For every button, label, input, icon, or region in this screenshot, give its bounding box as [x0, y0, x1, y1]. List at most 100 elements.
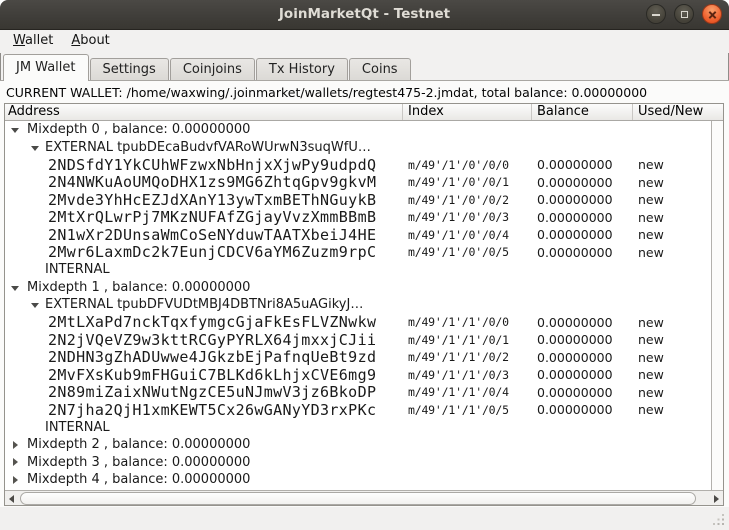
vertical-scrollbar[interactable] [711, 121, 723, 490]
tree-row[interactable]: 2N4NWKuAoUMQoDHX1zs9MG6ZhtqGpv9gkvM m/49'… [5, 174, 723, 192]
used-new-cell: new [633, 332, 723, 347]
address-cell: 2NDSfdY1YkCUhWFzwxNbHnjxXjwPy9udpdQ [5, 156, 403, 174]
tab-settings[interactable]: Settings [90, 58, 169, 81]
used-new-cell: new [633, 315, 723, 330]
column-header-used-new[interactable]: Used/New [633, 104, 723, 120]
tree-row[interactable]: INTERNAL [5, 261, 723, 279]
horizontal-scrollbar[interactable] [5, 490, 723, 505]
tree-row[interactable]: 2NDHN3gZhADUwwe4JGkzbEjPafnqUeBt9zd m/49'… [5, 349, 723, 367]
scroll-right-button[interactable] [709, 491, 723, 505]
address-label: 2N1wXr2DUnsaWmCoSeNYduwTAATXbeiJ4HE [48, 226, 376, 244]
horizontal-scroll-thumb[interactable] [20, 492, 696, 505]
used-new-cell: new [633, 245, 723, 260]
tree-row[interactable]: Mixdepth 3 , balance: 0.00000000 [5, 454, 723, 472]
address-label: Mixdepth 4 , balance: 0.00000000 [27, 472, 250, 487]
address-label: 2NDHN3gZhADUwwe4JGkzbEjPafnqUeBt9zd [48, 348, 376, 366]
collapse-arrow-icon[interactable] [31, 301, 41, 308]
tree-row[interactable]: Mixdepth 2 , balance: 0.00000000 [5, 436, 723, 454]
tree-row[interactable]: EXTERNAL tpubDFVUDtMBJ4DBTNri8A5uAGikyJ… [5, 296, 723, 314]
address-label: EXTERNAL tpubDFVUDtMBJ4DBTNri8A5uAGikyJ… [45, 297, 363, 312]
used-new-cell: new [633, 385, 723, 400]
collapse-arrow-icon[interactable] [31, 144, 41, 151]
address-label: 2MtXrQLwrPj7MKzNUFAfZGjayVvzXmmBBmB [48, 208, 376, 226]
index-cell: m/49'/1'/1'/0/4 [403, 385, 532, 399]
expand-arrow-icon[interactable] [11, 441, 21, 449]
tree-row[interactable]: Mixdepth 4 , balance: 0.00000000 [5, 471, 723, 489]
balance-cell: 0.00000000 [532, 157, 633, 172]
column-header-index[interactable]: Index [403, 104, 532, 120]
balance-cell: 0.00000000 [532, 350, 633, 365]
tree-row[interactable]: 2Mvde3YhHcEZJdXAnY13ywTxmBEThNGuykBm/49'… [5, 191, 723, 209]
index-cell: m/49'/1'/0'/0/4 [403, 228, 532, 242]
address-cell: 2Mvde3YhHcEZJdXAnY13ywTxmBEThNGuykB [5, 191, 403, 209]
tree-row[interactable]: 2N2jVQeVZ9w3kttRCGyPYRLX64jmxxjCJiim/49'… [5, 331, 723, 349]
collapse-arrow-icon[interactable] [11, 284, 21, 291]
status-bar [0, 507, 729, 530]
balance-cell: 0.00000000 [532, 402, 633, 417]
menu-item-wallet[interactable]: Wallet [4, 30, 62, 53]
index-cell: m/49'/1'/1'/0/1 [403, 333, 532, 347]
menu-item-about[interactable]: About [62, 30, 118, 53]
used-new-cell: new [633, 402, 723, 417]
column-header-address[interactable]: Address [5, 104, 403, 120]
expand-arrow-icon[interactable] [11, 458, 21, 466]
balance-cell: 0.00000000 [532, 175, 633, 190]
used-new-cell: new [633, 192, 723, 207]
balance-cell: 0.00000000 [532, 192, 633, 207]
title-bar[interactable]: JoinMarketQt - Testnet [0, 0, 729, 30]
maximize-button[interactable] [674, 4, 694, 24]
tree-row[interactable]: 2Mwr6LaxmDc2k7EunjCDCV6aYM6Zuzm9rpC m/49'… [5, 244, 723, 262]
address-cell: INTERNAL [5, 420, 403, 435]
tab-tx-history[interactable]: Tx History [256, 58, 348, 81]
tree-row[interactable]: Mixdepth 1 , balance: 0.00000000 [5, 279, 723, 297]
tab-bar: JM WalletSettingsCoinjoinsTx HistoryCoin… [0, 53, 729, 81]
index-cell: m/49'/1'/0'/0/3 [403, 210, 532, 224]
used-new-cell: new [633, 227, 723, 242]
tab-coinjoins[interactable]: Coinjoins [170, 58, 255, 81]
tab-jm-wallet[interactable]: JM Wallet [3, 54, 89, 81]
wallet-tree: AddressIndexBalanceUsed/New Mixdepth 0 ,… [4, 103, 724, 506]
tree-row[interactable]: Mixdepth 0 , balance: 0.00000000 [5, 121, 723, 139]
tree-row[interactable]: 2N89miZaixNWutNgzCE5uNJmwV3jz6BkoDP m/49'… [5, 384, 723, 402]
horizontal-scroll-track[interactable] [19, 491, 709, 505]
index-cell: m/49'/1'/0'/0/2 [403, 193, 532, 207]
tab-coins[interactable]: Coins [349, 58, 411, 81]
expand-arrow-icon[interactable] [11, 476, 21, 484]
address-label: 2N4NWKuAoUMQoDHX1zs9MG6ZhtqGpv9gkvM [48, 173, 376, 191]
tree-row[interactable]: INTERNAL [5, 419, 723, 437]
tree-row[interactable]: 2MtXrQLwrPj7MKzNUFAfZGjayVvzXmmBBmB m/49'… [5, 209, 723, 227]
minimize-button[interactable] [646, 4, 666, 24]
address-label: 2N89miZaixNWutNgzCE5uNJmwV3jz6BkoDP [48, 383, 376, 401]
tree-row[interactable]: 2N1wXr2DUnsaWmCoSeNYduwTAATXbeiJ4HE m/49'… [5, 226, 723, 244]
index-cell: m/49'/1'/1'/0/0 [403, 315, 532, 329]
column-header-balance[interactable]: Balance [532, 104, 633, 120]
tree-row[interactable]: 2NDSfdY1YkCUhWFzwxNbHnjxXjwPy9udpdQm/49'… [5, 156, 723, 174]
used-new-cell: new [633, 367, 723, 382]
address-label: INTERNAL [45, 262, 110, 277]
index-cell: m/49'/1'/0'/0/1 [403, 175, 532, 189]
address-cell: 2N4NWKuAoUMQoDHX1zs9MG6ZhtqGpv9gkvM [5, 173, 403, 191]
index-cell: m/49'/1'/1'/0/2 [403, 350, 532, 364]
address-label: 2Mwr6LaxmDc2k7EunjCDCV6aYM6Zuzm9rpC [48, 243, 376, 261]
arrow-right-icon [714, 495, 719, 503]
window-title: JoinMarketQt - Testnet [0, 0, 729, 29]
collapse-arrow-icon[interactable] [11, 126, 21, 133]
scroll-left-button[interactable] [5, 491, 19, 505]
tree-row[interactable]: EXTERNAL tpubDEcaBudvfVARoWUrwN3suqWfU… [5, 139, 723, 157]
address-label: 2NDSfdY1YkCUhWFzwxNbHnjxXjwPy9udpdQ [48, 156, 376, 174]
minimize-icon [652, 14, 660, 16]
resize-grip-icon[interactable] [713, 514, 725, 526]
address-cell: Mixdepth 4 , balance: 0.00000000 [5, 472, 403, 487]
tree-row[interactable]: 2N7jha2QjH1xmKEWT5Cx26wGANyYD3rxPKcm/49'… [5, 401, 723, 419]
tree-row[interactable]: 2MtLXaPd7nckTqxfymgcGjaFkEsFLVZNwkwm/49'… [5, 314, 723, 332]
address-label: 2MvFXsKub9mFHGuiC7BLKd6kLhjxCVE6mg9 [48, 366, 376, 384]
used-new-cell: new [633, 175, 723, 190]
address-cell: Mixdepth 3 , balance: 0.00000000 [5, 455, 403, 470]
close-button[interactable] [702, 4, 722, 24]
used-new-cell: new [633, 157, 723, 172]
tab-pane: CURRENT WALLET: /home/waxwing/.joinmarke… [0, 80, 729, 507]
address-cell: INTERNAL [5, 262, 403, 277]
index-cell: m/49'/1'/1'/0/5 [403, 403, 532, 417]
tree-row[interactable]: 2MvFXsKub9mFHGuiC7BLKd6kLhjxCVE6mg9m/49'… [5, 366, 723, 384]
index-cell: m/49'/1'/0'/0/5 [403, 245, 532, 259]
